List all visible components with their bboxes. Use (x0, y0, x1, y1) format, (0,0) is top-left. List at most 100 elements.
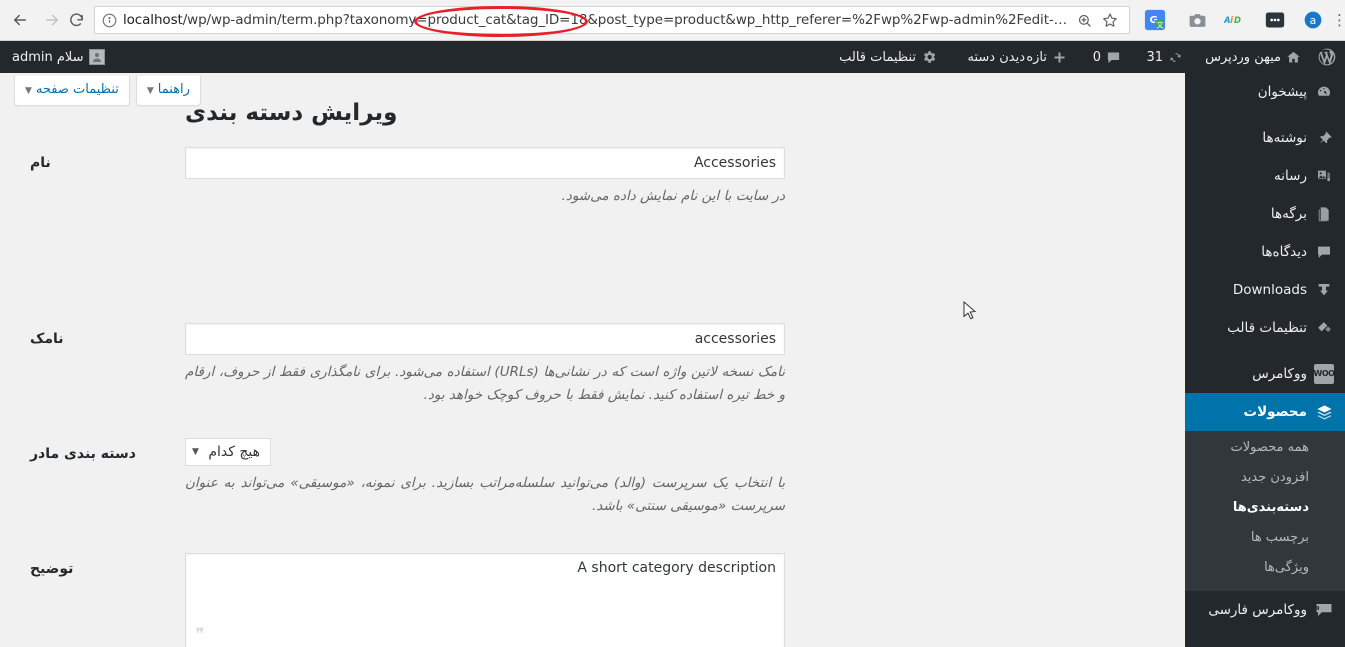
adminbar-site-label: میهن وردپرس (1205, 49, 1281, 65)
sidebar-item-label: دیدگاه‌ها (1261, 244, 1307, 260)
kebab-menu-icon[interactable]: ⋮ (1332, 7, 1345, 33)
reload-button[interactable] (62, 6, 90, 34)
sidebar-subitem-all-products[interactable]: همه محصولات (1185, 433, 1345, 463)
star-icon[interactable] (1097, 7, 1123, 33)
parent-category-select[interactable]: هیچ کدام (185, 438, 271, 466)
adminbar-view-category-label: دیدن دسته (967, 49, 1025, 65)
wordpress-logo-icon[interactable] (1309, 41, 1345, 73)
sidebar-subitem-attributes[interactable]: ویژگی‌ها (1185, 553, 1345, 583)
sidebar-item-label: پیشخوان (1257, 84, 1307, 100)
sidebar-item-label: محصولات (1243, 404, 1307, 420)
adminbar-my-account[interactable]: سلام admin (4, 41, 113, 73)
address-bar[interactable]: localhost/wp/wp-admin/term.php?taxonomy=… (94, 6, 1130, 34)
parent-select-wrapper: هیچ کدام ▼ (185, 438, 271, 466)
slug-input[interactable] (185, 323, 785, 355)
pin-icon (1314, 128, 1334, 148)
slug-description: نامک نسخه لاتین واژه است که در نشانی‌ها … (185, 364, 786, 403)
sidebar-item-posts[interactable]: نوشته‌ها (1185, 119, 1345, 157)
admin-sidebar-menu: پیشخوان نوشته‌ها رسانه برگه‌ها دیدگاه‌ها… (1185, 73, 1345, 647)
description-label: توضیح (30, 561, 74, 577)
sidebar-item-theme-options[interactable]: تنظیمات قالب (1185, 309, 1345, 347)
media-icon (1314, 166, 1334, 186)
comment-bubble-icon (1314, 242, 1334, 262)
adminbar-comments-count: 0 (1092, 49, 1101, 65)
woo-badge-icon: WOO (1314, 364, 1335, 384)
sidebar-item-media[interactable]: رسانه (1185, 157, 1345, 195)
adblock-aid-icon[interactable]: AiD (1224, 7, 1250, 33)
svg-text:文: 文 (1156, 20, 1164, 29)
sidebar-item-dashboard[interactable]: پیشخوان (1185, 73, 1345, 111)
help-label: راهنما (157, 82, 190, 97)
woo-fa-badge-icon: 99 (1314, 600, 1334, 620)
sidebar-item-woocommerce[interactable]: WOO ووکامرس (1185, 355, 1345, 393)
plus-icon (1052, 50, 1067, 65)
parent-label: دسته بندی مادر (30, 446, 136, 462)
sidebar-item-woocommerce-farsi[interactable]: 99 ووکامرس فارسی (1185, 591, 1345, 629)
svg-text:a: a (1310, 14, 1317, 27)
sidebar-subitem-categories[interactable]: دسته‌بندی‌ها (1185, 493, 1345, 523)
adminbar-theme-settings-label: تنظیمات قالب (839, 49, 916, 65)
dashboard-icon (1314, 82, 1334, 102)
google-translate-icon[interactable]: G文 (1142, 7, 1168, 33)
edit-term-form: نام در سایت با این نام نمایش داده می‌شود… (0, 147, 1185, 647)
adminbar-updates[interactable]: 31 (1138, 41, 1191, 73)
sidebar-item-label: برگه‌ها (1270, 206, 1307, 222)
svg-text:i: i (1230, 15, 1233, 25)
download-icon (1314, 280, 1334, 300)
slug-label: نامک (30, 331, 64, 347)
menu-separator (1185, 347, 1345, 355)
sidebar-item-label: ووکامرس فارسی (1208, 602, 1307, 618)
wp-admin-bar: میهن وردپرس 31 0 تازه دیدن دسته تنظیمات … (0, 41, 1345, 73)
adminbar-comments[interactable]: 0 (1085, 41, 1129, 73)
camera-screenshot-icon[interactable] (1184, 7, 1210, 33)
chevron-down-icon: ▼ (146, 86, 154, 96)
name-label: نام (30, 155, 51, 171)
screen-options-tab[interactable]: تنظیمات صفحه▼ (14, 76, 130, 106)
name-description: در سایت با این نام نمایش داده می‌شود. (561, 188, 785, 204)
sidebar-submenu-products: همه محصولات افزودن جدید دسته‌بندی‌ها برچ… (1185, 431, 1345, 591)
admin-content-area: تنظیمات صفحه▼ راهنما▼ ویرایش دسته بندی ن… (0, 73, 1185, 647)
description-textarea[interactable] (185, 553, 785, 647)
browser-toolbar: localhost/wp/wp-admin/term.php?taxonomy=… (0, 0, 1345, 41)
pages-icon (1314, 204, 1334, 224)
sidebar-item-products[interactable]: محصولات (1185, 393, 1345, 431)
svg-text:D: D (1234, 15, 1241, 25)
mouse-pointer (963, 300, 977, 321)
name-input[interactable] (185, 147, 785, 179)
screen-options-label: تنظیمات صفحه (35, 82, 119, 97)
products-box-icon (1314, 402, 1334, 422)
updates-sync-icon (1168, 50, 1183, 65)
magnifier-zoom-icon[interactable] (1071, 7, 1097, 33)
more-dots-extension-icon[interactable] (1262, 7, 1288, 33)
sidebar-subitem-tags[interactable]: برچسب ها (1185, 523, 1345, 553)
sidebar-item-label: Downloads (1232, 282, 1307, 298)
chevron-down-icon: ▼ (25, 86, 32, 96)
sidebar-item-downloads[interactable]: Downloads (1185, 271, 1345, 309)
home-icon (1286, 50, 1301, 65)
form-row-name: نام در سایت با این نام نمایش داده می‌شود… (0, 147, 1185, 235)
adminbar-theme-settings[interactable]: تنظیمات قالب (831, 41, 945, 73)
back-button[interactable] (6, 6, 34, 34)
page-title: ویرایش دسته بندی (185, 100, 398, 126)
parent-description: با انتخاب یک سرپرست (والد) می‌توانید سلس… (185, 475, 785, 514)
sidebar-subitem-add-new[interactable]: افزودن جدید (1185, 463, 1345, 493)
sidebar-item-label: ووکامرس (1252, 366, 1307, 382)
comment-bubble-icon (1106, 50, 1121, 65)
menu-separator (1185, 111, 1345, 119)
svg-text:99: 99 (1315, 606, 1320, 612)
sidebar-item-label: تنظیمات قالب (1227, 320, 1307, 336)
sidebar-item-comments[interactable]: دیدگاه‌ها (1185, 233, 1345, 271)
adminbar-updates-count: 31 (1146, 49, 1163, 65)
gear-icon (921, 49, 937, 65)
sidebar-item-pages[interactable]: برگه‌ها (1185, 195, 1345, 233)
url-text: localhost/wp/wp-admin/term.php?taxonomy=… (123, 12, 1071, 28)
adminbar-site-name[interactable]: میهن وردپرس (1197, 41, 1309, 73)
description-textarea-wrapper: ❞ ◣ (185, 553, 785, 647)
sidebar-item-label: رسانه (1274, 168, 1307, 184)
sidebar-item-label: نوشته‌ها (1262, 130, 1307, 146)
avira-extension-icon[interactable]: a (1300, 7, 1326, 33)
info-circle-icon[interactable] (99, 10, 119, 30)
user-avatar-icon (88, 49, 105, 65)
theme-options-icon (1314, 318, 1334, 338)
adminbar-view-category[interactable]: دیدن دسته (960, 41, 1033, 73)
